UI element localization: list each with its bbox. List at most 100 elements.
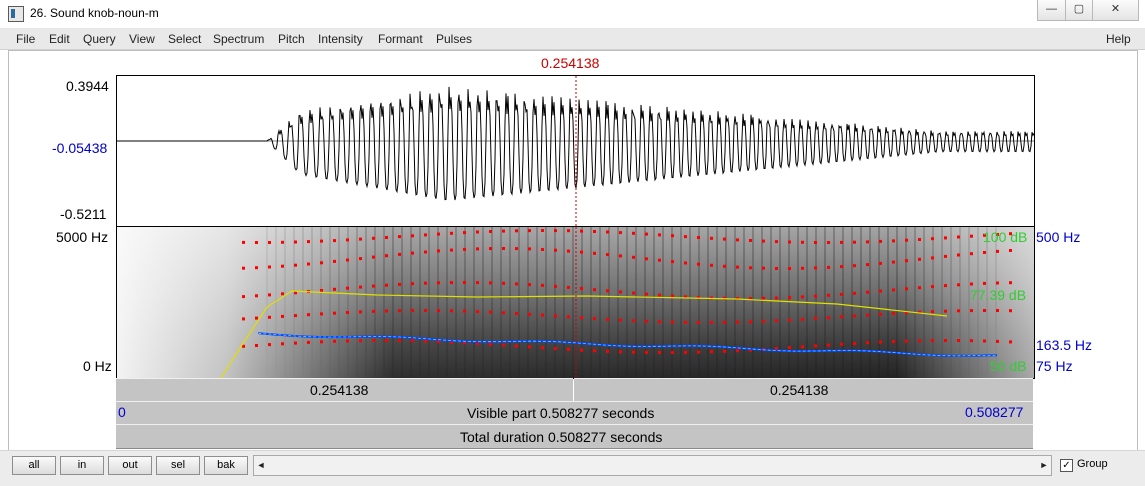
formant-dot <box>970 282 973 286</box>
left-part-bar[interactable]: 0.254138 <box>116 378 573 402</box>
formant-dot <box>840 315 843 319</box>
menu-intensity[interactable]: Intensity <box>318 32 363 46</box>
formant-dot <box>489 281 492 285</box>
formant-dot <box>567 249 570 253</box>
menu-pulses[interactable]: Pulses <box>436 32 472 46</box>
formant-dot <box>840 265 843 269</box>
formant-dot <box>723 237 726 241</box>
formant-dot <box>1009 340 1012 344</box>
formant-dot <box>853 314 856 318</box>
formant-dot <box>359 285 362 289</box>
menu-file[interactable]: File <box>16 32 35 46</box>
formant-dot <box>606 317 609 321</box>
formant-dot <box>853 264 856 268</box>
menu-select[interactable]: Select <box>168 32 201 46</box>
formant-dot <box>788 346 791 350</box>
waveform-plot <box>117 76 1034 226</box>
formant-dot <box>346 339 349 343</box>
formant-dot <box>853 342 856 345</box>
horizontal-scrollbar[interactable]: ◄ ► <box>253 455 1052 476</box>
zoom-in-button[interactable]: in <box>60 456 104 475</box>
formant-dot <box>853 291 856 295</box>
zoom-sel-button[interactable]: sel <box>156 456 200 475</box>
formant-dot <box>931 339 934 343</box>
formant-dot <box>632 231 635 235</box>
formant-dot <box>424 250 427 254</box>
menu-spectrum[interactable]: Spectrum <box>213 32 264 46</box>
menu-pitch[interactable]: Pitch <box>278 32 305 46</box>
formant-dot <box>788 267 791 270</box>
waveform-panel[interactable] <box>116 75 1035 227</box>
formant-dot <box>788 240 791 244</box>
formant-dot <box>515 312 518 315</box>
formant-dot <box>996 309 999 312</box>
waveform-max-label: 0.3944 <box>66 78 109 94</box>
formant-dot <box>515 229 518 233</box>
formant-dot <box>736 265 739 269</box>
minimize-button[interactable]: — <box>1037 0 1066 21</box>
formant-dot <box>580 250 583 254</box>
formant-dot <box>866 263 869 267</box>
menu-formant[interactable]: Formant <box>378 32 423 46</box>
formant-dot <box>658 258 661 262</box>
formant-dot <box>294 341 297 345</box>
formant-dot <box>645 232 648 236</box>
close-button[interactable]: ✕ <box>1092 0 1139 21</box>
formant-dot <box>788 296 791 300</box>
formant-dot <box>502 343 505 347</box>
formant-dot <box>489 310 492 314</box>
formant-dot <box>255 294 258 298</box>
formant-dot <box>632 255 635 259</box>
formant-dot <box>892 312 895 315</box>
formant-dot <box>645 292 648 296</box>
formant-dot <box>411 282 414 286</box>
formant-dot <box>892 340 895 344</box>
formant-dot <box>879 340 882 344</box>
formant-dot <box>710 263 713 267</box>
zoom-back-button[interactable]: bak <box>204 456 248 475</box>
formant-dot <box>671 351 674 354</box>
formant-dot <box>957 253 960 257</box>
formant-dot <box>814 317 817 320</box>
formant-dot <box>983 281 986 285</box>
formant-dot <box>580 316 583 320</box>
formant-dot <box>606 253 609 257</box>
formant-dot <box>320 261 323 265</box>
formant-dot <box>567 347 570 351</box>
right-part-bar[interactable]: 0.254138 <box>574 378 1033 402</box>
formant-dot <box>385 339 388 342</box>
zoom-all-button[interactable]: all <box>12 456 56 475</box>
formant-dot <box>554 248 557 252</box>
formant-dot <box>593 230 596 233</box>
formant-dot <box>801 345 804 349</box>
formant-dot <box>320 239 323 243</box>
formant-dot <box>268 265 271 269</box>
scroll-left-icon[interactable]: ◄ <box>254 456 268 475</box>
visible-end-label: 0.508277 <box>965 404 1024 420</box>
bottom-toolbar: all in out sel bak ◄ ► ✓ Group <box>0 450 1145 486</box>
formant-dot <box>736 238 739 242</box>
formant-dot <box>944 339 947 342</box>
menu-help[interactable]: Help <box>1106 32 1131 46</box>
total-duration-bar[interactable]: Total duration 0.508277 seconds <box>116 424 1033 449</box>
formant-dot <box>931 256 934 260</box>
formant-dot <box>346 258 349 262</box>
formant-dot <box>723 264 726 268</box>
zoom-out-button[interactable]: out <box>108 456 152 475</box>
formant-dot <box>788 318 791 322</box>
group-checkbox[interactable]: ✓ <box>1060 459 1073 472</box>
menu-query[interactable]: Query <box>83 32 116 46</box>
visible-part-bar[interactable]: Visible part 0.508277 seconds <box>116 401 1033 425</box>
formant-dot <box>281 314 284 318</box>
formant-dot <box>307 262 310 266</box>
formant-dot <box>268 343 271 347</box>
menu-edit[interactable]: Edit <box>49 32 70 46</box>
formant-dot <box>957 235 960 239</box>
scroll-right-icon[interactable]: ► <box>1037 456 1051 475</box>
formant-dot <box>866 240 869 244</box>
maximize-button[interactable]: ▢ <box>1065 0 1093 21</box>
formant-dot <box>762 296 765 300</box>
formant-dot <box>554 314 557 318</box>
spectrogram-panel[interactable] <box>116 226 1035 379</box>
menu-view[interactable]: View <box>129 32 155 46</box>
